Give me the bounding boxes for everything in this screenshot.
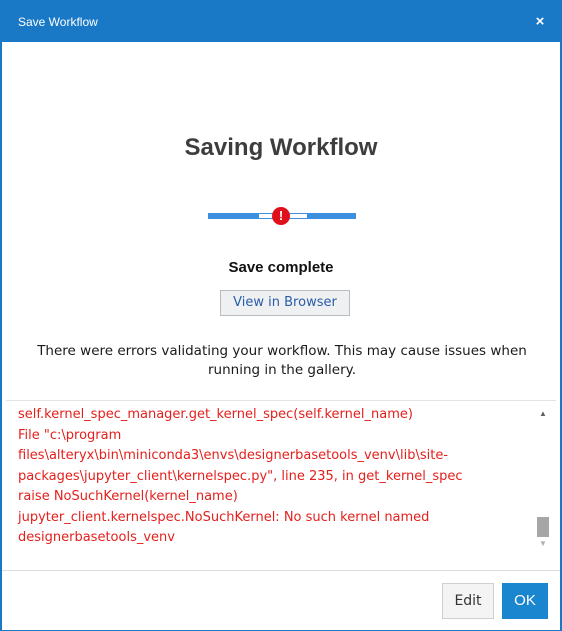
log-line: File "c:\program [18, 427, 122, 443]
page-title: Saving Workflow [184, 134, 378, 161]
error-log-panel[interactable]: self.kernel_spec_manager.get_kernel_spec… [6, 400, 556, 553]
scroll-up-icon[interactable]: ▲ [536, 407, 550, 421]
ok-button[interactable]: OK [502, 583, 548, 619]
title-bar: Save Workflow × [2, 2, 560, 42]
scrollbar-thumb[interactable] [537, 517, 549, 537]
error-icon: ! [272, 207, 290, 225]
log-scrollbar[interactable]: ▲ ▼ [536, 407, 550, 551]
edit-button[interactable]: Edit [442, 583, 494, 619]
validation-message: There were errors validating your workfl… [37, 343, 527, 378]
log-line: packages\jupyter_client\kernelspec.py", … [18, 468, 463, 484]
view-in-browser-button[interactable]: View in Browser [220, 290, 350, 316]
log-line: files\alteryx\bin\miniconda3\envs\design… [18, 448, 449, 463]
close-icon[interactable]: × [530, 12, 550, 32]
log-line: jupyter_client.kernelspec.NoSuchKernel: … [18, 509, 430, 525]
log-line: designerbasetools_venv [18, 530, 175, 545]
progress-segment-complete [208, 213, 258, 219]
log-line: self.kernel_spec_manager.get_kernel_spec… [18, 407, 413, 422]
scroll-down-icon[interactable]: ▼ [536, 537, 550, 551]
save-workflow-dialog: Save Workflow × Saving Workflow ! Save c… [0, 0, 562, 631]
progress-indicator: ! [208, 204, 356, 228]
status-text: Save complete [228, 259, 334, 276]
error-log-lines: self.kernel_spec_manager.get_kernel_spec… [18, 405, 528, 549]
dialog-footer: Edit OK [2, 570, 560, 630]
dialog-title: Save Workflow [18, 15, 98, 29]
progress-segment-complete-2 [308, 213, 356, 219]
log-line: raise NoSuchKernel(kernel_name) [18, 489, 238, 504]
